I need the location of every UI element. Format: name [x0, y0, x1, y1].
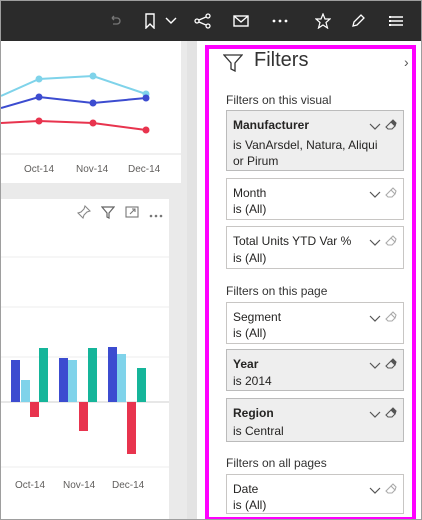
column-chart — [1, 256, 169, 468]
pane-separator — [187, 41, 197, 519]
report-toolbar — [1, 1, 421, 41]
line-series-blue — [1, 95, 147, 109]
column-chart-visual[interactable]: Oct-14 Nov-14 Dec-14 — [1, 199, 169, 519]
x-tick-label: Nov-14 — [76, 164, 109, 175]
undo-icon[interactable] — [105, 1, 125, 41]
x-tick-label: Dec-14 — [128, 164, 161, 175]
column-bar — [11, 360, 20, 402]
chevron-down-icon[interactable] — [163, 1, 179, 41]
more-icon[interactable] — [269, 1, 291, 41]
x-tick-label: Oct-14 — [24, 164, 55, 175]
share-icon[interactable] — [192, 1, 214, 41]
line-chart — [1, 72, 181, 155]
column-bar — [21, 380, 30, 402]
line-point — [142, 94, 150, 102]
filters-pane-highlight — [205, 45, 416, 519]
line-point — [35, 75, 43, 83]
column-bar — [79, 402, 88, 431]
column-bar — [127, 402, 136, 454]
app-frame: Oct-14 Nov-14 Dec-14 Oct-14 Nov-14 Dec-1… — [0, 0, 422, 520]
x-tick-label: Oct-14 — [15, 480, 46, 491]
line-point — [142, 126, 150, 134]
x-tick-label: Dec-14 — [112, 480, 145, 491]
line-point — [89, 72, 97, 80]
star-icon[interactable] — [312, 1, 334, 41]
x-tick-label: Nov-14 — [63, 480, 96, 491]
pencil-icon[interactable] — [347, 1, 369, 41]
column-bar — [137, 368, 146, 402]
column-bar — [59, 358, 68, 402]
column-bar — [117, 354, 126, 402]
column-bar — [88, 348, 97, 402]
report-canvas: Oct-14 Nov-14 Dec-14 Oct-14 Nov-14 Dec-1… — [1, 41, 197, 519]
column-bar — [68, 360, 77, 402]
column-bar — [108, 347, 117, 402]
mail-icon[interactable] — [230, 1, 252, 41]
column-bar — [30, 402, 39, 417]
list-icon[interactable] — [385, 1, 407, 41]
line-point — [35, 93, 43, 101]
line-series-light — [1, 74, 147, 97]
line-point — [35, 117, 43, 125]
column-bar — [39, 348, 48, 402]
line-chart-visual[interactable]: Oct-14 Nov-14 Dec-14 — [1, 41, 181, 183]
bookmark-icon[interactable] — [139, 1, 161, 41]
line-point — [89, 99, 97, 107]
line-point — [89, 119, 97, 127]
line-series-red — [1, 119, 147, 131]
